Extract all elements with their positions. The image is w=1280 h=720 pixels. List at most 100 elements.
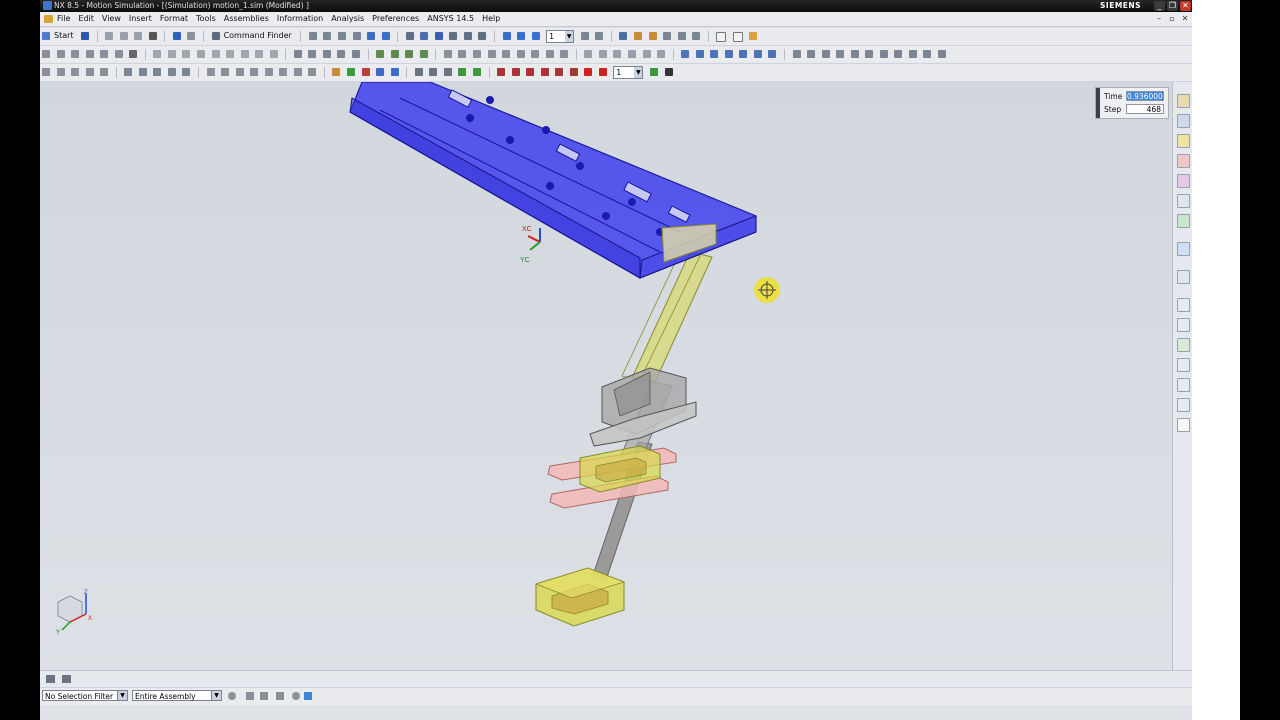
start-button[interactable]: Start xyxy=(54,31,74,40)
layer-settings-icon[interactable] xyxy=(580,32,589,40)
extrude-icon[interactable] xyxy=(153,50,162,58)
orient-icon[interactable] xyxy=(502,32,511,40)
chevron-down-icon[interactable]: ▼ xyxy=(634,67,643,78)
base-block[interactable] xyxy=(534,567,626,627)
constraint-icon[interactable] xyxy=(264,68,273,76)
selection-options-icon[interactable] xyxy=(228,692,236,700)
graphics-viewport[interactable]: XC YC X Y Z xyxy=(40,82,1172,670)
menu-edit[interactable]: Edit xyxy=(78,14,94,23)
edit-icon[interactable] xyxy=(879,50,888,58)
display-icon[interactable] xyxy=(443,68,452,76)
menu-analysis[interactable]: Analysis xyxy=(331,14,364,23)
redo-icon[interactable] xyxy=(187,32,196,40)
snap-icon[interactable] xyxy=(308,32,317,40)
panel-grip[interactable] xyxy=(1096,88,1100,118)
hole-icon[interactable] xyxy=(240,50,249,58)
step-back-icon[interactable] xyxy=(511,68,520,76)
analyze-icon[interactable] xyxy=(627,50,636,58)
edit-icon[interactable] xyxy=(938,50,946,58)
fast-forward-icon[interactable] xyxy=(569,68,578,76)
process-studio-icon[interactable] xyxy=(1177,298,1190,312)
selection-filter-select[interactable]: No Selection Filter ▼ xyxy=(42,690,128,701)
selection-scope-select[interactable]: Entire Assembly ▼ xyxy=(132,690,222,701)
orient-icon[interactable] xyxy=(531,32,540,40)
display-icon[interactable] xyxy=(472,68,481,76)
playback-mode-icon[interactable] xyxy=(649,68,658,76)
constraint-icon[interactable] xyxy=(235,68,244,76)
edit-icon[interactable] xyxy=(894,50,903,58)
undo-icon[interactable] xyxy=(172,32,181,40)
measure-icon[interactable] xyxy=(584,50,593,58)
hd3d-tools-icon[interactable] xyxy=(1177,194,1190,208)
display-icon[interactable] xyxy=(414,68,423,76)
constraint-icon[interactable] xyxy=(753,50,762,58)
marker-icon[interactable] xyxy=(71,68,80,76)
window-close-button[interactable]: ✕ xyxy=(1180,1,1191,11)
measure-icon[interactable] xyxy=(598,50,607,58)
torque-icon[interactable] xyxy=(153,68,162,76)
edit-icon[interactable] xyxy=(865,50,874,58)
query-icon[interactable] xyxy=(381,32,390,40)
guide-rails[interactable] xyxy=(547,445,677,509)
gear-icon[interactable] xyxy=(182,68,191,76)
view-triad[interactable]: X Y Z xyxy=(56,590,92,636)
constraint-icon[interactable] xyxy=(681,50,690,58)
edit-icon[interactable] xyxy=(821,50,830,58)
solution-icon[interactable] xyxy=(332,68,341,76)
window-minimize-button[interactable]: _ xyxy=(1154,1,1165,11)
orient-icon[interactable] xyxy=(517,32,526,40)
display-icon[interactable] xyxy=(458,68,467,76)
constraint-icon[interactable] xyxy=(695,50,704,58)
tool-icon[interactable] xyxy=(677,32,686,40)
resource-blank-icon[interactable] xyxy=(1177,418,1190,432)
work-layer-select[interactable]: 1 ▼ xyxy=(546,30,575,43)
motion-navigator-icon[interactable] xyxy=(1177,378,1190,392)
edit-icon[interactable] xyxy=(923,50,932,58)
shaded-icon[interactable] xyxy=(434,32,443,40)
motion-icon[interactable] xyxy=(648,32,657,40)
boss-icon[interactable] xyxy=(255,50,264,58)
display-icon[interactable] xyxy=(46,675,55,683)
offset-icon[interactable] xyxy=(472,50,481,58)
help-icon[interactable] xyxy=(749,32,758,40)
intersect-icon[interactable] xyxy=(322,50,331,58)
edge-blend-icon[interactable] xyxy=(376,50,385,58)
part-navigator-icon[interactable] xyxy=(1177,154,1190,168)
display-icon[interactable] xyxy=(429,68,438,76)
mirror-icon[interactable] xyxy=(458,50,467,58)
pocket-icon[interactable] xyxy=(269,50,278,58)
sew-icon[interactable] xyxy=(502,50,511,58)
tool-icon[interactable] xyxy=(692,32,701,40)
view-icon[interactable] xyxy=(478,32,487,40)
spline-icon[interactable] xyxy=(100,50,109,58)
snap-point-icon[interactable] xyxy=(260,692,268,700)
selection-icon[interactable] xyxy=(619,32,628,40)
snap-icon[interactable] xyxy=(352,32,361,40)
pattern-icon[interactable] xyxy=(443,50,452,58)
patch-icon[interactable] xyxy=(516,50,525,58)
menu-file[interactable]: File xyxy=(57,14,70,23)
surface-icon[interactable] xyxy=(545,50,554,58)
contact-icon[interactable] xyxy=(124,68,133,76)
thicken-icon[interactable] xyxy=(487,50,496,58)
layout-icon[interactable] xyxy=(405,32,414,40)
split-icon[interactable] xyxy=(352,50,361,58)
rewind-icon[interactable] xyxy=(497,68,506,76)
menu-preferences[interactable]: Preferences xyxy=(372,14,419,23)
subtract-icon[interactable] xyxy=(308,50,317,58)
view-icon[interactable] xyxy=(463,32,472,40)
window-icon[interactable] xyxy=(716,32,727,42)
menu-ansys[interactable]: ANSYS 14.5 xyxy=(427,14,474,23)
menu-information[interactable]: Information xyxy=(277,14,323,23)
view-options-icon[interactable] xyxy=(62,675,71,683)
copy-icon[interactable] xyxy=(119,32,128,40)
surface-icon[interactable] xyxy=(531,50,540,58)
snap-point-icon[interactable] xyxy=(276,692,284,700)
driver-icon[interactable] xyxy=(167,68,176,76)
analyze-icon[interactable] xyxy=(613,50,622,58)
constraint-icon[interactable] xyxy=(293,68,302,76)
revolve-icon[interactable] xyxy=(167,50,176,58)
cylinder-icon[interactable] xyxy=(197,50,206,58)
layer-icon[interactable] xyxy=(595,32,604,40)
housing-block[interactable] xyxy=(589,367,697,447)
